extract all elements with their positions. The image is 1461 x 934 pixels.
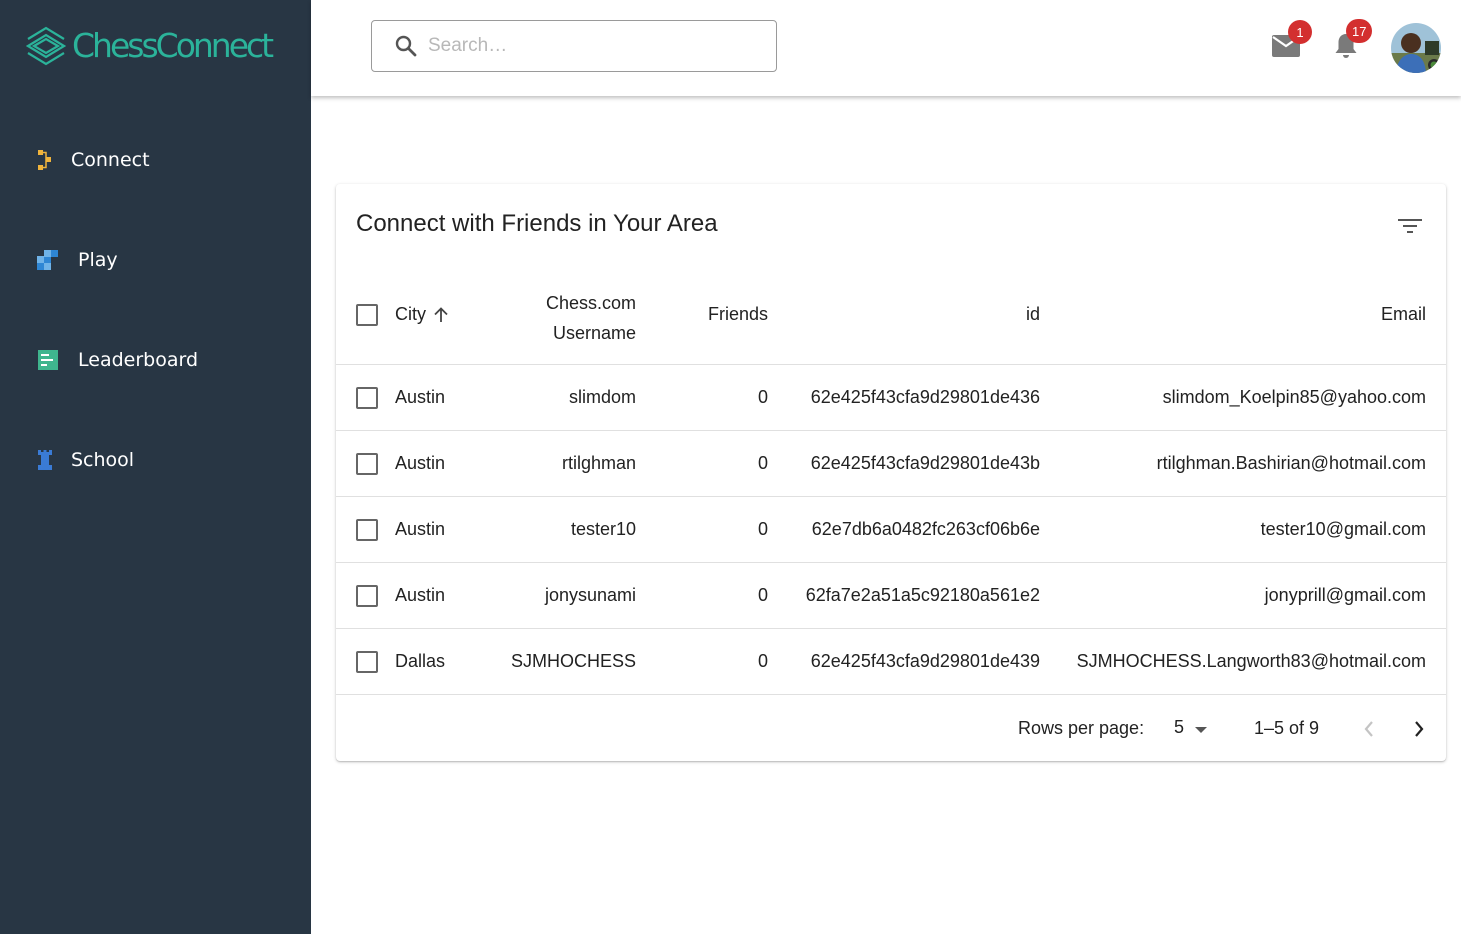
- cell-id: 62e425f43cfa9d29801de436: [810, 387, 1040, 407]
- cell-city: Austin: [395, 519, 446, 539]
- sidebar: ChessConnect Connect Play Leaderboard Sc…: [0, 0, 311, 934]
- sort-arrow-up-icon: [434, 306, 448, 322]
- cell-city: Dallas: [395, 651, 446, 671]
- column-header-username[interactable]: Chess.com Username: [496, 288, 636, 348]
- cell-username: jonysunami: [544, 585, 636, 605]
- cell-id: 62e425f43cfa9d29801de439: [810, 651, 1040, 671]
- notifications-badge: 17: [1346, 19, 1373, 43]
- cell-username: rtilghman: [561, 453, 636, 473]
- row-checkbox[interactable]: [356, 651, 378, 673]
- sidebar-item-label: School: [71, 449, 135, 471]
- mail-button[interactable]: 1: [1271, 20, 1312, 63]
- logo-icon: [26, 26, 66, 66]
- table-row[interactable]: Austin jonysunami 0 62fa7e2a51a5c92180a5…: [336, 563, 1446, 629]
- cell-friends: 0: [757, 387, 768, 407]
- row-checkbox[interactable]: [356, 519, 378, 541]
- cell-email: jonyprill@gmail.com: [1264, 585, 1426, 605]
- chevron-right-icon: [1415, 721, 1424, 737]
- sidebar-item-label: Connect: [71, 149, 150, 171]
- previous-page-button[interactable]: [1354, 714, 1384, 744]
- avatar[interactable]: [1391, 23, 1441, 73]
- column-header-city[interactable]: City: [395, 304, 450, 325]
- cell-email: rtilghman.Bashirian@hotmail.com: [1156, 453, 1426, 473]
- rook-icon: [38, 450, 52, 470]
- table-pagination: Rows per page: 5 1–5 of 9: [336, 696, 1446, 760]
- cell-username: tester10: [570, 519, 636, 539]
- cell-email: slimdom_Koelpin85@yahoo.com: [1162, 387, 1426, 407]
- row-checkbox[interactable]: [356, 453, 378, 475]
- column-header-username-line2: Username: [552, 323, 636, 343]
- pagination-range: 1–5 of 9: [1254, 718, 1320, 738]
- table-row[interactable]: Austin slimdom 0 62e425f43cfa9d29801de43…: [336, 365, 1446, 431]
- dropdown-arrow-icon: [1195, 726, 1208, 733]
- filter-button[interactable]: [1392, 208, 1428, 244]
- row-checkbox[interactable]: [356, 585, 378, 607]
- user-avatar-icon: [1391, 23, 1441, 73]
- topbar: 1 17: [311, 0, 1461, 96]
- sidebar-item-leaderboard[interactable]: Leaderboard: [0, 330, 311, 390]
- cell-id: 62e425f43cfa9d29801de43b: [810, 453, 1040, 473]
- play-icon: [37, 250, 58, 270]
- notifications-button[interactable]: 17: [1334, 19, 1373, 65]
- column-header-email[interactable]: Email: [1126, 304, 1426, 325]
- column-header-username-line1: Chess.com: [545, 293, 636, 313]
- sidebar-item-connect[interactable]: Connect: [0, 130, 311, 190]
- sidebar-item-play[interactable]: Play: [0, 230, 311, 290]
- rows-per-page-label: Rows per page:: [1018, 718, 1145, 738]
- column-header-city-label: City: [395, 304, 426, 324]
- logo[interactable]: ChessConnect: [26, 24, 274, 68]
- sidebar-item-label: Leaderboard: [78, 349, 199, 371]
- next-page-button[interactable]: [1404, 714, 1434, 744]
- cell-id: 62e7db6a0482fc263cf06b6e: [811, 519, 1040, 539]
- column-header-id[interactable]: id: [840, 304, 1040, 325]
- chevron-left-icon: [1364, 721, 1373, 737]
- cell-city: Austin: [395, 585, 446, 605]
- table-row[interactable]: Austin tester10 0 62e7db6a0482fc263cf06b…: [336, 497, 1446, 563]
- cell-friends: 0: [757, 519, 768, 539]
- cell-city: Austin: [395, 387, 446, 407]
- cell-email: SJMHOCHESS.Langworth83@hotmail.com: [1076, 651, 1426, 671]
- cell-id: 62fa7e2a51a5c92180a561e2: [805, 585, 1040, 605]
- logo-text: ChessConnect: [72, 26, 274, 65]
- friends-table-card: Connect with Friends in Your Area City C…: [336, 184, 1446, 761]
- cell-email: tester10@gmail.com: [1260, 519, 1426, 539]
- filter-list-icon: [1398, 219, 1422, 233]
- row-checkbox[interactable]: [356, 387, 378, 409]
- table-title: Connect with Friends in Your Area: [356, 210, 718, 237]
- column-header-friends[interactable]: Friends: [668, 304, 768, 325]
- rows-per-page-select[interactable]: 5: [1174, 717, 1208, 738]
- rows-per-page-value: 5: [1174, 717, 1185, 737]
- search-icon: [395, 35, 417, 57]
- cell-friends: 0: [757, 585, 768, 605]
- sidebar-item-label: Play: [78, 249, 118, 271]
- cell-username: SJMHOCHESS: [510, 651, 636, 671]
- sidebar-item-school[interactable]: School: [0, 430, 311, 490]
- mail-badge: 1: [1288, 20, 1312, 44]
- connect-icon: [38, 150, 51, 170]
- search-box[interactable]: [371, 20, 777, 72]
- table-row[interactable]: Dallas SJMHOCHESS 0 62e425f43cfa9d29801d…: [336, 629, 1446, 695]
- select-all-checkbox[interactable]: [356, 304, 378, 326]
- table-header-row: City Chess.com Username Friends id Email: [336, 274, 1446, 365]
- cell-friends: 0: [757, 651, 768, 671]
- leaderboard-icon: [38, 350, 58, 370]
- search-input[interactable]: [428, 35, 748, 57]
- cell-city: Austin: [395, 453, 446, 473]
- table-row[interactable]: Austin rtilghman 0 62e425f43cfa9d29801de…: [336, 431, 1446, 497]
- friends-table: City Chess.com Username Friends id Email…: [336, 274, 1446, 695]
- cell-friends: 0: [757, 453, 768, 473]
- cell-username: slimdom: [568, 387, 636, 407]
